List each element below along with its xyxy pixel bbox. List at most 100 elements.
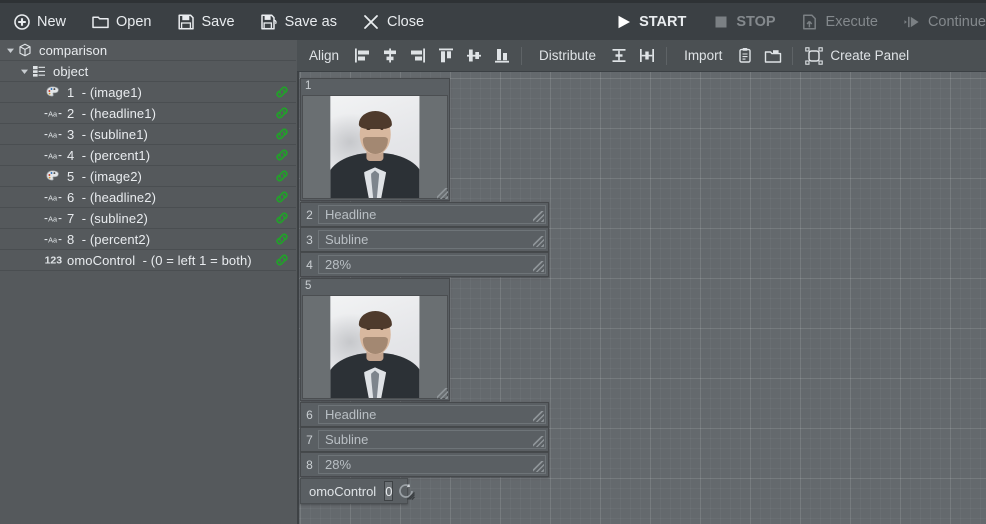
resize-grip[interactable] [437, 388, 448, 399]
open-label: Open [116, 14, 151, 30]
link-icon[interactable] [274, 252, 290, 268]
save-button[interactable]: Save [165, 3, 248, 40]
toolbar-separator-3 [792, 47, 793, 65]
tree-label-percent2: 8 - (percent2) [62, 232, 150, 247]
resize-grip[interactable] [533, 461, 544, 472]
resize-grip[interactable] [533, 211, 544, 222]
tree-item-image2[interactable]: 5 - (image2) [0, 166, 296, 187]
text-icon: Aa [44, 126, 62, 142]
link-icon[interactable] [274, 189, 290, 205]
widget-number-7: 7 [301, 428, 318, 451]
new-label: New [37, 14, 66, 30]
tree-item-object[interactable]: object [0, 61, 296, 82]
canvas-widget-image2[interactable]: 5 [300, 278, 450, 401]
panel-frame-icon[interactable] [801, 43, 827, 69]
resize-grip[interactable] [533, 261, 544, 272]
canvas-widget-omocontrol[interactable]: omoControl 0 [300, 478, 408, 504]
floppy-disk-icon [178, 13, 195, 30]
align-center-vertical-icon[interactable] [461, 43, 487, 69]
continue-button[interactable]: Continue [891, 3, 986, 40]
chevron-down-icon[interactable] [18, 65, 30, 77]
canvas-widget-percent2[interactable]: 8 28% [300, 452, 549, 477]
subline1-value: Subline [325, 232, 368, 247]
align-bottom-icon[interactable] [489, 43, 515, 69]
link-icon[interactable] [274, 84, 290, 100]
tree-item-subline2[interactable]: Aa 7 - (subline2) [0, 208, 296, 229]
headline1-field[interactable]: Headline [318, 205, 546, 224]
svg-text:Aa: Aa [48, 109, 58, 118]
canvas-widget-image1[interactable]: 1 [300, 78, 450, 201]
canvas-widget-subline2[interactable]: 7 Subline [300, 427, 549, 452]
align-left-icon[interactable] [349, 43, 375, 69]
align-center-horizontal-icon[interactable] [377, 43, 403, 69]
resize-grip[interactable] [533, 236, 544, 247]
tree-label-comparison: comparison [34, 43, 107, 58]
cube-icon [16, 42, 34, 58]
distribute-vertical-icon[interactable] [606, 43, 632, 69]
execute-icon [802, 13, 819, 30]
tree-item-image1[interactable]: 1 - (image1) [0, 82, 296, 103]
tree-item-percent1[interactable]: Aa 4 - (percent1) [0, 145, 296, 166]
palette-icon [44, 84, 62, 100]
save-as-button[interactable]: Save as [248, 3, 350, 40]
start-button[interactable]: START [602, 3, 699, 40]
stop-label: STOP [736, 14, 775, 30]
save-as-label: Save as [285, 14, 337, 30]
text-icon: Aa [44, 231, 62, 247]
resize-grip[interactable] [533, 436, 544, 447]
open-button[interactable]: Open [79, 3, 164, 40]
tree-label-subline2: 7 - (subline2) [62, 211, 148, 226]
subline2-value: Subline [325, 432, 368, 447]
tree-item-headline1[interactable]: Aa 2 - (headline1) [0, 103, 296, 124]
tree-item-headline2[interactable]: Aa 6 - (headline2) [0, 187, 296, 208]
save-label: Save [202, 14, 235, 30]
tree-item-omocontrol[interactable]: 123 omoControl - (0 = left 1 = both) [0, 250, 296, 271]
design-canvas[interactable]: 1 2 Headline [297, 72, 986, 524]
widget-number-8: 8 [301, 453, 318, 476]
subline2-field[interactable]: Subline [318, 430, 546, 449]
portrait-photo-2 [330, 296, 419, 398]
step-forward-icon [904, 13, 921, 30]
link-icon[interactable] [274, 210, 290, 226]
canvas-widget-headline1[interactable]: 2 Headline [300, 202, 549, 227]
distribute-horizontal-icon[interactable] [634, 43, 660, 69]
tree-item-comparison[interactable]: comparison [0, 40, 296, 61]
tree-item-percent2[interactable]: Aa 8 - (percent2) [0, 229, 296, 250]
close-button[interactable]: Close [350, 3, 437, 40]
canvas-widget-subline1[interactable]: 3 Subline [300, 227, 549, 252]
link-icon[interactable] [274, 126, 290, 142]
link-icon[interactable] [274, 147, 290, 163]
omocontrol-value-input[interactable]: 0 [384, 481, 393, 501]
omocontrol-label: omoControl [301, 484, 384, 499]
link-icon[interactable] [274, 105, 290, 121]
resize-grip[interactable] [533, 411, 544, 422]
close-x-icon [363, 13, 380, 30]
percent1-field[interactable]: 28% [318, 255, 546, 274]
create-panel-label[interactable]: Create Panel [828, 48, 909, 63]
canvas-widget-headline2[interactable]: 6 Headline [300, 402, 549, 427]
application-window: New Open Save [0, 0, 986, 524]
link-icon[interactable] [274, 168, 290, 184]
portrait-photo-1 [330, 96, 419, 198]
align-label: Align [297, 48, 348, 63]
headline2-field[interactable]: Headline [318, 405, 546, 424]
align-top-icon[interactable] [433, 43, 459, 69]
new-button[interactable]: New [0, 3, 79, 40]
chevron-down-icon[interactable] [4, 44, 16, 56]
percent2-field[interactable]: 28% [318, 455, 546, 474]
palette-icon [44, 168, 62, 184]
resize-grip[interactable] [437, 188, 448, 199]
link-icon[interactable] [274, 231, 290, 247]
folder-import-icon[interactable] [760, 43, 786, 69]
subline1-field[interactable]: Subline [318, 230, 546, 249]
tree-item-subline1[interactable]: Aa 3 - (subline1) [0, 124, 296, 145]
align-right-icon[interactable] [405, 43, 431, 69]
toolbar-separator-2 [666, 47, 667, 65]
clipboard-icon[interactable] [732, 43, 758, 69]
svg-text:Aa: Aa [48, 193, 58, 202]
rotate-icon[interactable] [396, 481, 416, 501]
headline2-value: Headline [325, 407, 376, 422]
execute-button[interactable]: Execute [789, 3, 891, 40]
stop-button[interactable]: STOP [699, 3, 788, 40]
canvas-widget-percent1[interactable]: 4 28% [300, 252, 549, 277]
